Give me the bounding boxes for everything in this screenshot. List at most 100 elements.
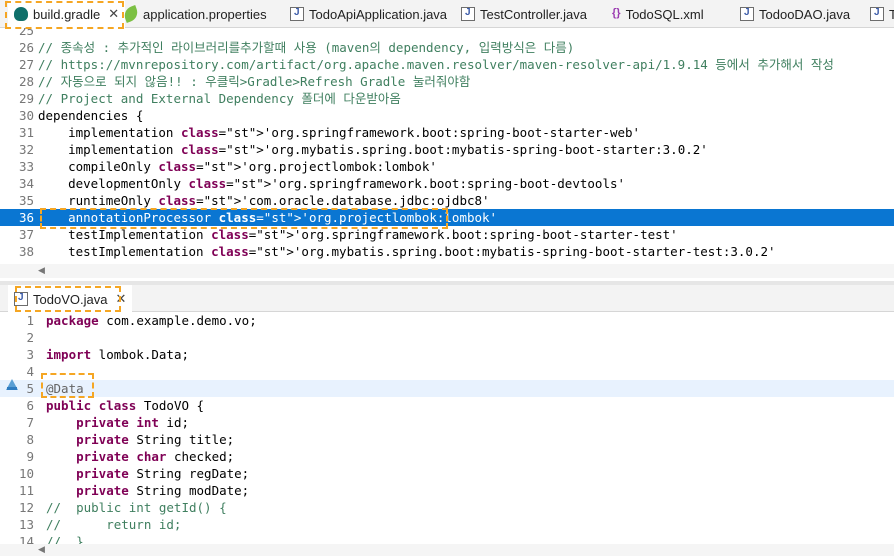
code-line[interactable]: 30 dependencies { (0, 107, 894, 124)
code-line[interactable]: 27 // https://mvnrepository.com/artifact/… (0, 56, 894, 73)
line-number: 38 (18, 244, 34, 259)
tab-todovo-java[interactable]: TodoVO.java ✕ (8, 285, 133, 313)
code-line[interactable]: 35 runtimeOnly class="st">'com.oracle.da… (0, 192, 894, 209)
code-text: // 자동으로 되지 않음!! : 우클릭>Gradle>Refresh Gra… (38, 74, 471, 89)
code-text: private String modDate; (76, 483, 250, 498)
line-number: 26 (18, 40, 34, 55)
code-text: package com.example.demo.vo; (46, 313, 257, 328)
line-number: 11 (18, 483, 34, 498)
line-number: 6 (26, 398, 34, 413)
scroll-left-arrow-icon[interactable]: ◀ (38, 545, 45, 555)
line-number: 2 (26, 330, 34, 345)
line-number: 31 (18, 125, 34, 140)
line-number: 9 (26, 449, 34, 464)
code-text: // public int getId() { (46, 500, 227, 515)
editor-tab-bar: build.gradle ✕ application.properties TodoA… (0, 0, 894, 28)
code-text: // Project and External Dependency 폴더에 다… (38, 91, 401, 106)
code-line[interactable]: 8 private String title; (0, 431, 894, 448)
tab-t[interactable]: T (870, 0, 894, 28)
line-number: 14 (18, 534, 34, 544)
line-number: 34 (18, 176, 34, 191)
line-number: 37 (18, 227, 34, 242)
code-line[interactable]: 34 developmentOnly class="st">'org.sprin… (0, 175, 894, 192)
tab-todoapiapplication-java[interactable]: TodoApiApplication.java (290, 0, 447, 28)
code-line[interactable]: 13 // return id; (0, 516, 894, 533)
tab-label: build.gradle (33, 6, 101, 22)
line-number: 1 (26, 313, 34, 328)
code-line[interactable]: 12 // public int getId() { (0, 499, 894, 516)
line-number: 25 (18, 28, 34, 38)
code-line[interactable]: 26 // 종속성 : 추가적인 라이브러리를추가할때 사용 (maven의 de… (0, 39, 894, 56)
code-text: private String title; (76, 432, 235, 447)
tab-testcontroller-java[interactable]: TestController.java (461, 0, 587, 28)
code-line[interactable]: 36 annotationProcessor class="st">'org.p… (0, 209, 894, 226)
code-text: compileOnly class="st">'org.projectlombo… (38, 159, 437, 174)
vo-editor-tab-bar: TodoVO.java ✕ (0, 285, 894, 313)
code-line[interactable]: 32 implementation class="st">'org.mybati… (0, 141, 894, 158)
line-number: 28 (18, 74, 34, 89)
code-line[interactable]: 1 package com.example.demo.vo; (0, 312, 894, 329)
code-text: implementation class="st">'org.mybatis.s… (38, 142, 708, 157)
gradle-horizontal-scrollbar[interactable]: ◀ (0, 264, 894, 278)
scroll-left-arrow-icon[interactable]: ◀ (38, 266, 45, 276)
code-line[interactable]: 3 import lombok.Data; (0, 346, 894, 363)
code-line[interactable]: 29 // Project and External Dependency 폴더에… (0, 90, 894, 107)
code-line[interactable]: 11 private String modDate; (0, 482, 894, 499)
tab-label: TodoVO.java (33, 291, 108, 307)
code-line[interactable]: 25 (0, 28, 894, 39)
line-number: 27 (18, 57, 34, 72)
vo-horizontal-scrollbar[interactable]: ◀ (0, 544, 894, 556)
code-line[interactable]: 14 // } (0, 533, 894, 544)
code-line[interactable]: 2 (0, 329, 894, 346)
close-icon[interactable]: ✕ (115, 291, 126, 307)
code-text: testImplementation class="st">'org.sprin… (38, 227, 678, 242)
tab-label: TodooDAO.java (759, 6, 851, 22)
warning-marker-icon (6, 379, 18, 390)
code-text: private char checked; (76, 449, 235, 464)
tab-label: application.properties (143, 6, 267, 22)
line-number: 8 (26, 432, 34, 447)
vo-editor[interactable]: 1 package com.example.demo.vo; 2 3 import lo… (0, 312, 894, 544)
tab-label: TodoApiApplication.java (309, 6, 448, 22)
code-text: developmentOnly class="st">'org.springfr… (38, 176, 626, 191)
tab-label: T (889, 6, 894, 22)
java-file-icon (14, 292, 28, 306)
line-number: 3 (26, 347, 34, 362)
java-file-icon (870, 7, 884, 21)
line-number: 36 (18, 210, 34, 225)
code-text: @Data (46, 381, 84, 396)
code-line[interactable]: 31 implementation class="st">'org.spring… (0, 124, 894, 141)
code-text: implementation class="st">'org.springfra… (38, 125, 641, 140)
tab-todoodao-java[interactable]: TodooDAO.java (740, 0, 850, 28)
code-line[interactable]: 5 @Data (0, 380, 894, 397)
code-line[interactable]: 6 public class TodoVO { (0, 397, 894, 414)
properties-leaf-icon (122, 5, 140, 23)
code-text: dependencies { (38, 108, 144, 123)
gradle-editor[interactable]: 25 26 // 종속성 : 추가적인 라이브러리를추가할때 사용 (maven의 … (0, 28, 894, 265)
code-text: annotationProcessor class="st">'org.proj… (38, 210, 498, 225)
code-line[interactable]: 37 testImplementation class="st">'org.sp… (0, 226, 894, 243)
tab-application-properties[interactable]: application.properties (122, 0, 267, 28)
tab-build-gradle[interactable]: build.gradle ✕ (8, 0, 126, 28)
code-line[interactable]: 33 compileOnly class="st">'org.projectlo… (0, 158, 894, 175)
code-line[interactable]: 10 private String regDate; (0, 465, 894, 482)
code-line[interactable]: 4 (0, 363, 894, 380)
code-line[interactable]: 38 testImplementation class="st">'org.my… (0, 243, 894, 260)
close-icon[interactable]: ✕ (108, 6, 119, 22)
tab-todosql-xml[interactable]: {} TodoSQL.xml (612, 0, 704, 28)
line-number: 30 (18, 108, 34, 123)
line-number: 7 (26, 415, 34, 430)
line-number: 13 (18, 517, 34, 532)
code-line[interactable]: 28 // 자동으로 되지 않음!! : 우클릭>Gradle>Refresh G… (0, 73, 894, 90)
code-text: // 종속성 : 추가적인 라이브러리를추가할때 사용 (maven의 depe… (38, 40, 575, 55)
java-file-icon (290, 7, 304, 21)
line-number: 35 (18, 193, 34, 208)
code-text: public class TodoVO { (46, 398, 205, 413)
tab-label: TestController.java (480, 6, 587, 22)
code-text: runtimeOnly class="st">'com.oracle.datab… (38, 193, 490, 208)
code-text: // } (46, 534, 84, 544)
code-line[interactable]: 7 private int id; (0, 414, 894, 431)
code-line[interactable]: 9 private char checked; (0, 448, 894, 465)
code-text: private int id; (76, 415, 190, 430)
line-number: 12 (18, 500, 34, 515)
